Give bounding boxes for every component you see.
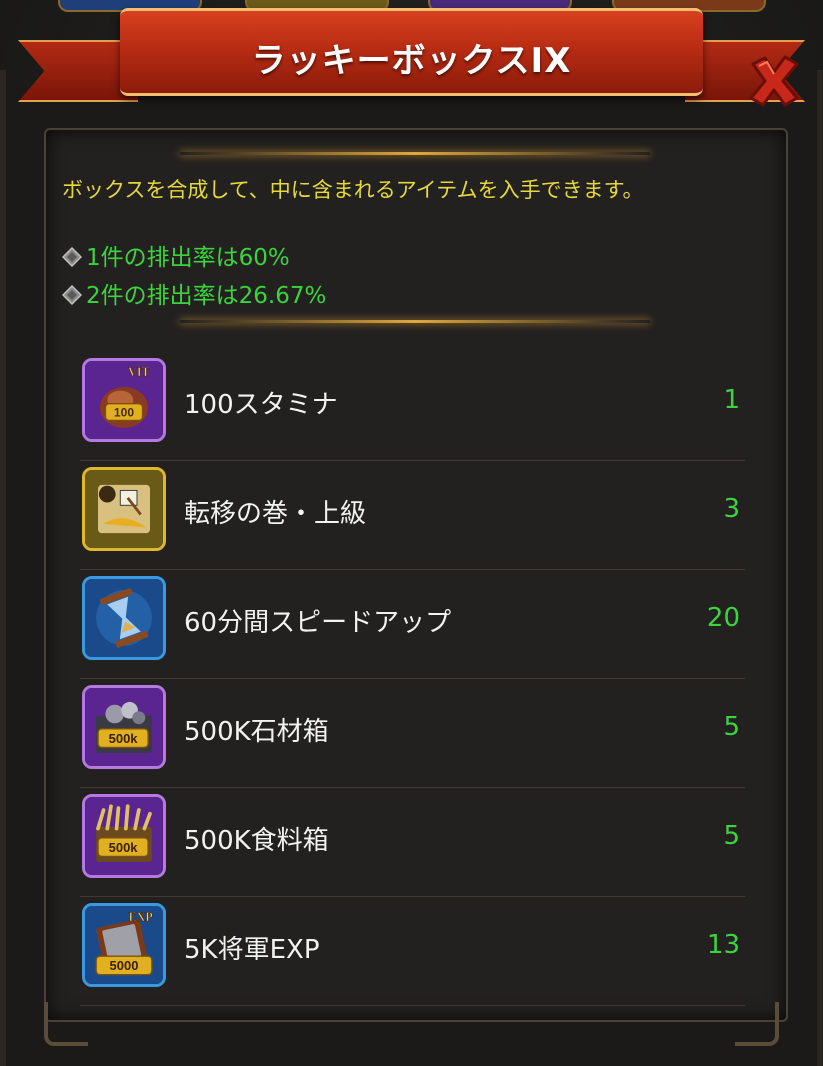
item-name: 500K食料箱 [184,826,329,856]
description-text: ボックスを合成して、中に含まれるアイテムを入手できます。 [62,178,644,202]
item-5-badge: 500k [109,840,139,855]
item-count: 3 [723,494,740,524]
item-count: 5 [723,821,740,851]
title-ribbon: ラッキーボックスIX [0,0,823,115]
item-4-badge: 500k [109,731,139,746]
list-item[interactable]: 60分間スピードアップ 20 [80,570,745,679]
stone-crate-icon[interactable]: 500k [82,685,166,769]
rate-2-prefix: 2件の排出率は [86,283,239,309]
item-6-badge: 5000 [110,958,139,973]
teleport-scroll-icon[interactable] [82,467,166,551]
diamond-bullet-icon [62,247,82,267]
frame-corner-bottom-left [44,1002,88,1046]
list-item[interactable]: 100 VIT 100スタミナ 1 [80,352,745,461]
list-item[interactable]: 500k 500K食料箱 5 [80,788,745,897]
item-count: 20 [706,603,740,633]
lucky-box-screen: ラッキーボックスIX ボックスを合成して、中に含まれるアイテムを入手できます。 … [0,0,823,1066]
ribbon-main: ラッキーボックスIX [120,8,703,96]
close-button[interactable] [745,52,803,110]
item-count: 13 [706,930,740,960]
food-crate-icon[interactable]: 500k [82,794,166,878]
item-name: 転移の巻・上級 [184,499,367,529]
divider-middle [180,320,650,323]
item-1-tag: VIT [128,365,149,379]
close-icon [749,55,799,107]
stamina-potion-icon[interactable]: 100 VIT [82,358,166,442]
rate-1-prefix: 1件の排出率は [86,245,239,271]
divider-top [180,152,650,155]
rate-line-1: 1件の排出率は60% [62,238,290,272]
list-item[interactable]: 5000 EXP 5K将軍EXP 13 [80,897,745,1006]
item-name: 100スタミナ [184,390,338,420]
rate-line-2: 2件の排出率は26.67% [62,276,326,310]
rate-1-value: 60% [238,245,290,271]
item-name: 60分間スピードアップ [184,608,452,638]
item-1-badge: 100 [114,406,134,420]
item-count: 5 [723,712,740,742]
item-name: 500K石材箱 [184,717,329,747]
item-6-tag: EXP [129,910,154,924]
frame-corner-bottom-right [735,1002,779,1046]
dialog-title: ラッキーボックスIX [251,41,572,81]
hourglass-icon[interactable] [82,576,166,660]
item-count: 1 [723,385,740,415]
item-name: 5K将軍EXP [184,935,320,965]
list-item[interactable]: 転移の巻・上級 3 [80,461,745,570]
diamond-bullet-icon [62,285,82,305]
reward-item-list: 100 VIT 100スタミナ 1 転移の巻・上級 3 60分間スピードアップ … [80,352,745,1006]
exp-book-icon[interactable]: 5000 EXP [82,903,166,987]
rate-2-value: 26.67% [238,283,327,309]
list-item[interactable]: 500k 500K石材箱 5 [80,679,745,788]
